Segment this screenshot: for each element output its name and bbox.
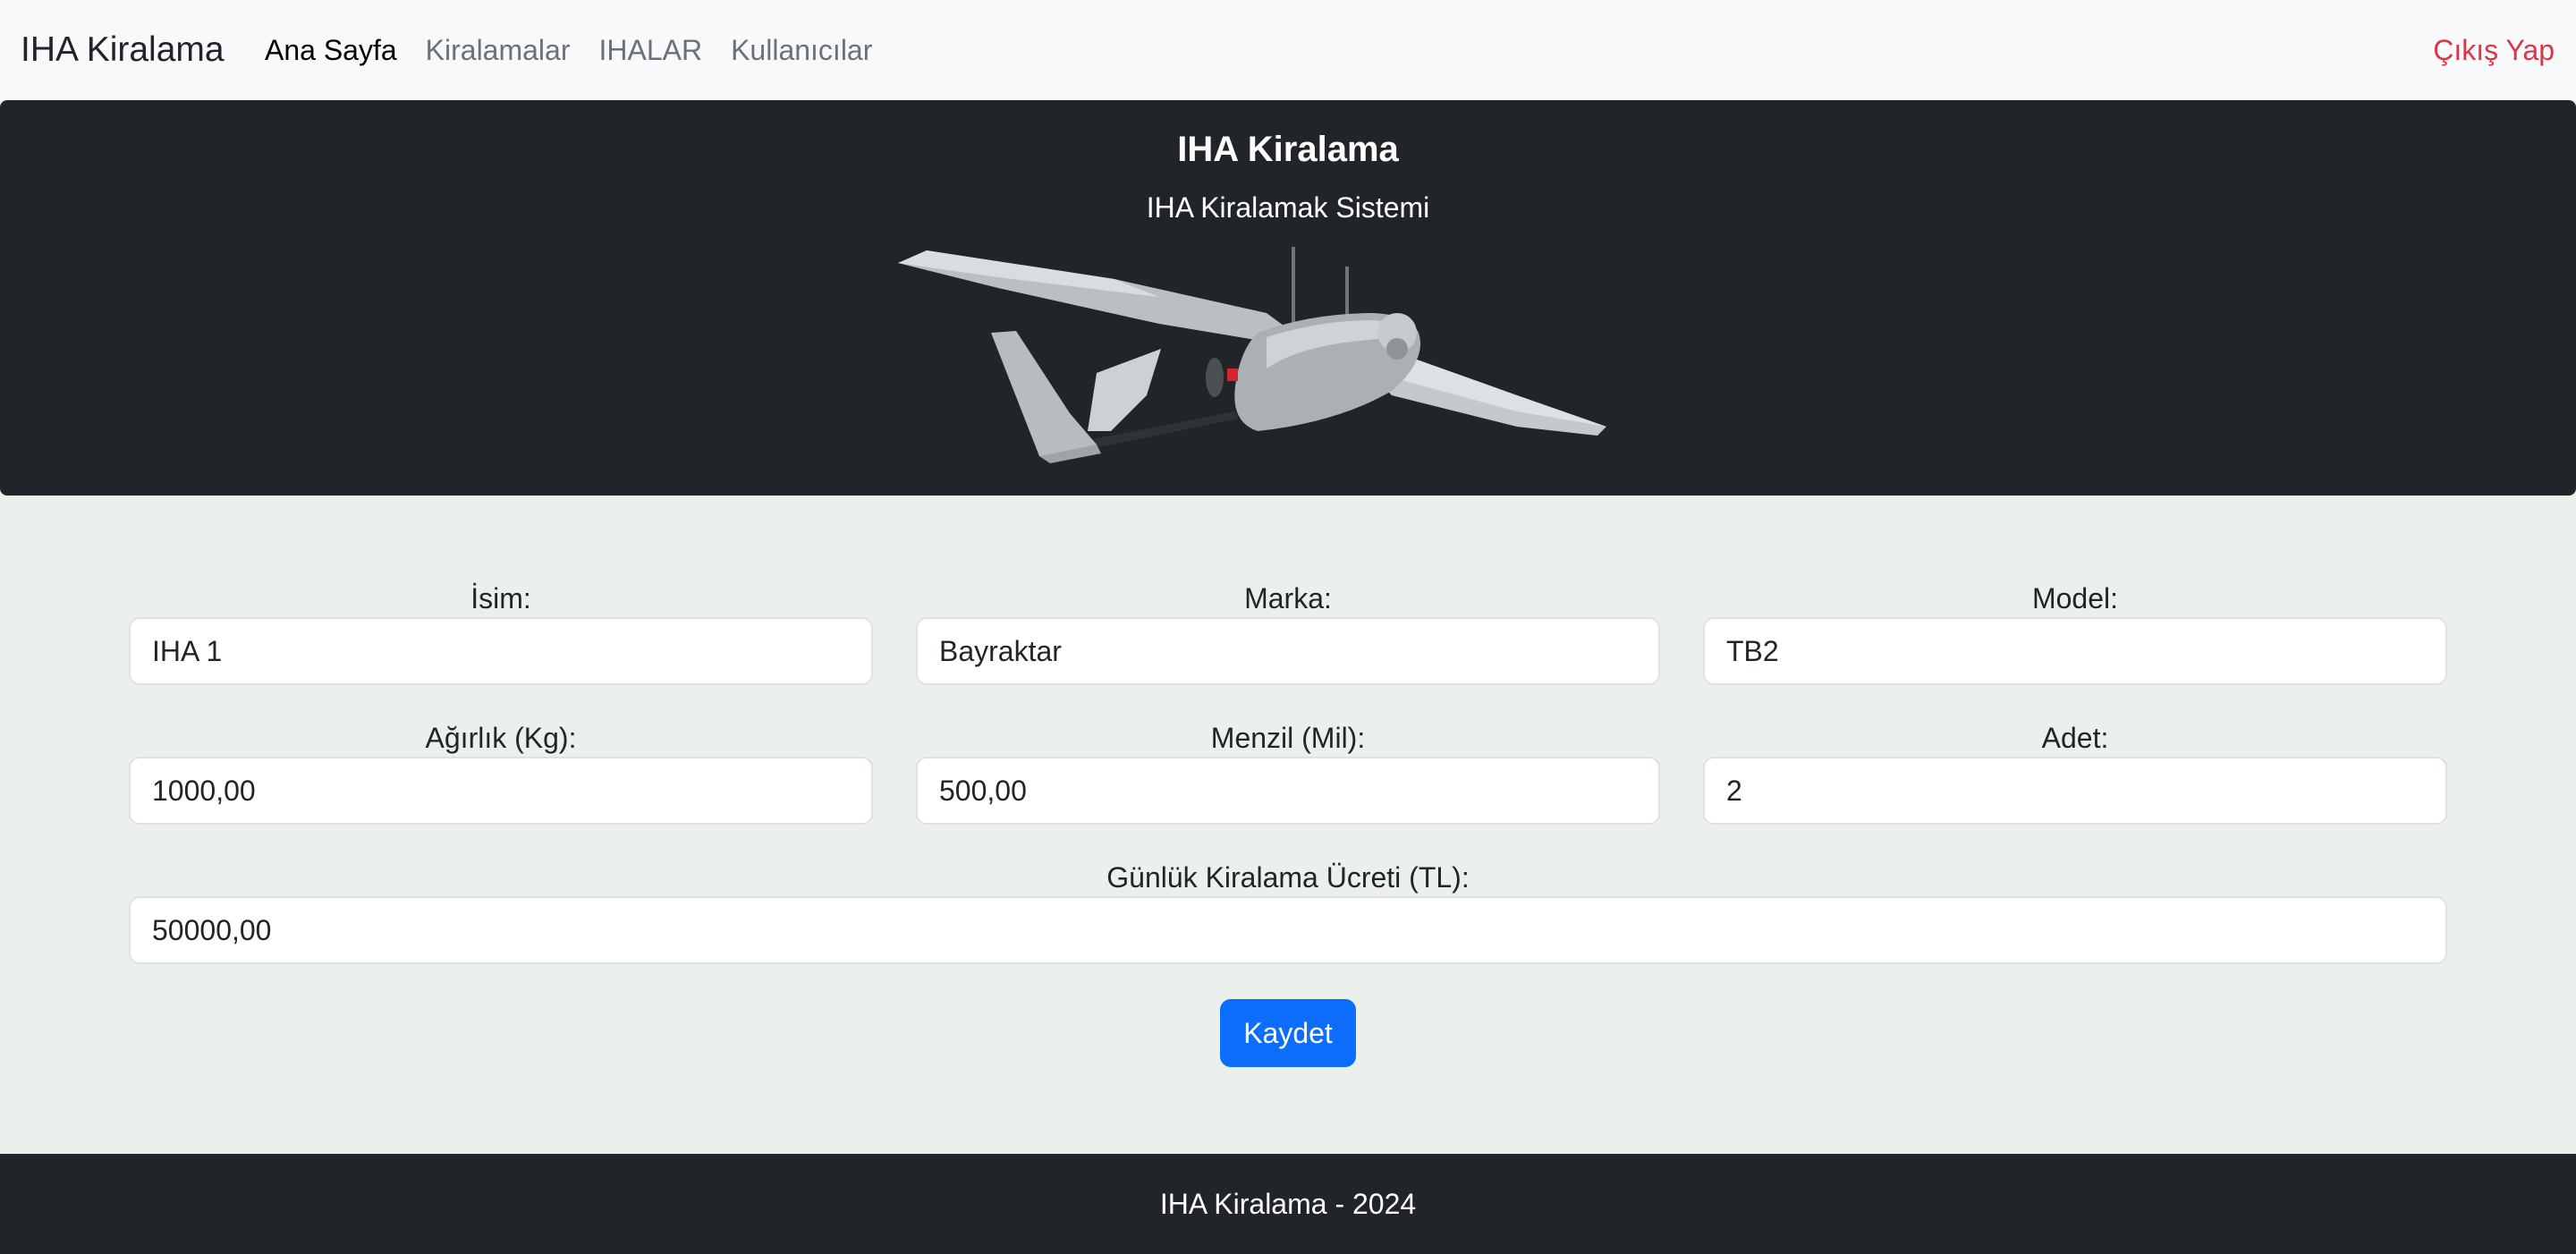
logout-link[interactable]: Çıkış Yap bbox=[2433, 27, 2555, 73]
agirlik-input[interactable] bbox=[129, 757, 873, 825]
field-menzil: Menzil (Mil): bbox=[916, 719, 1660, 825]
field-marka: Marka: bbox=[916, 580, 1660, 685]
nav-link-kullanicilar[interactable]: Kullanıcılar bbox=[716, 27, 886, 73]
hero-banner: IHA Kiralama IHA Kiralamak Sistemi bbox=[0, 100, 2576, 496]
field-isim: İsim: bbox=[129, 580, 873, 685]
nav-links: Ana Sayfa Kiralamalar IHALAR Kullanıcıla… bbox=[265, 27, 886, 73]
navbar: IHA Kiralama Ana Sayfa Kiralamalar IHALA… bbox=[0, 0, 2576, 100]
navbar-brand[interactable]: IHA Kiralama bbox=[21, 25, 225, 75]
model-input[interactable] bbox=[1703, 617, 2447, 685]
hero-title: IHA Kiralama bbox=[1177, 130, 1399, 169]
model-label: Model: bbox=[2031, 582, 2119, 614]
hero-subtitle: IHA Kiralamak Sistemi bbox=[1146, 191, 1430, 224]
field-model: Model: bbox=[1703, 580, 2447, 685]
footer-text: IHA Kiralama - 2024 bbox=[1159, 1188, 1417, 1220]
gunluk-ucret-label: Günlük Kiralama Ücreti (TL): bbox=[1106, 861, 1470, 894]
nav-link-ana-sayfa[interactable]: Ana Sayfa bbox=[265, 27, 411, 73]
drone-image bbox=[898, 247, 1606, 463]
field-agirlik: Ağırlık (Kg): bbox=[129, 719, 873, 825]
field-adet: Adet: bbox=[1703, 719, 2447, 825]
adet-input[interactable] bbox=[1703, 757, 2447, 825]
gunluk-ucret-input[interactable] bbox=[129, 896, 2447, 964]
menzil-label: Menzil (Mil): bbox=[1210, 722, 1366, 754]
menzil-input[interactable] bbox=[916, 757, 1660, 825]
agirlik-label: Ağırlık (Kg): bbox=[425, 722, 577, 754]
isim-label: İsim: bbox=[470, 582, 531, 614]
isim-input[interactable] bbox=[129, 617, 873, 685]
footer: IHA Kiralama - 2024 bbox=[0, 1154, 2576, 1254]
marka-label: Marka: bbox=[1244, 582, 1332, 614]
adet-label: Adet: bbox=[2041, 722, 2109, 754]
marka-input[interactable] bbox=[916, 617, 1660, 685]
nav-link-ihalar[interactable]: IHALAR bbox=[584, 27, 716, 73]
field-gunluk-ucret: Günlük Kiralama Ücreti (TL): bbox=[129, 859, 2447, 964]
save-button[interactable]: Kaydet bbox=[1220, 999, 1356, 1067]
nav-link-kiralamalar[interactable]: Kiralamalar bbox=[411, 27, 585, 73]
